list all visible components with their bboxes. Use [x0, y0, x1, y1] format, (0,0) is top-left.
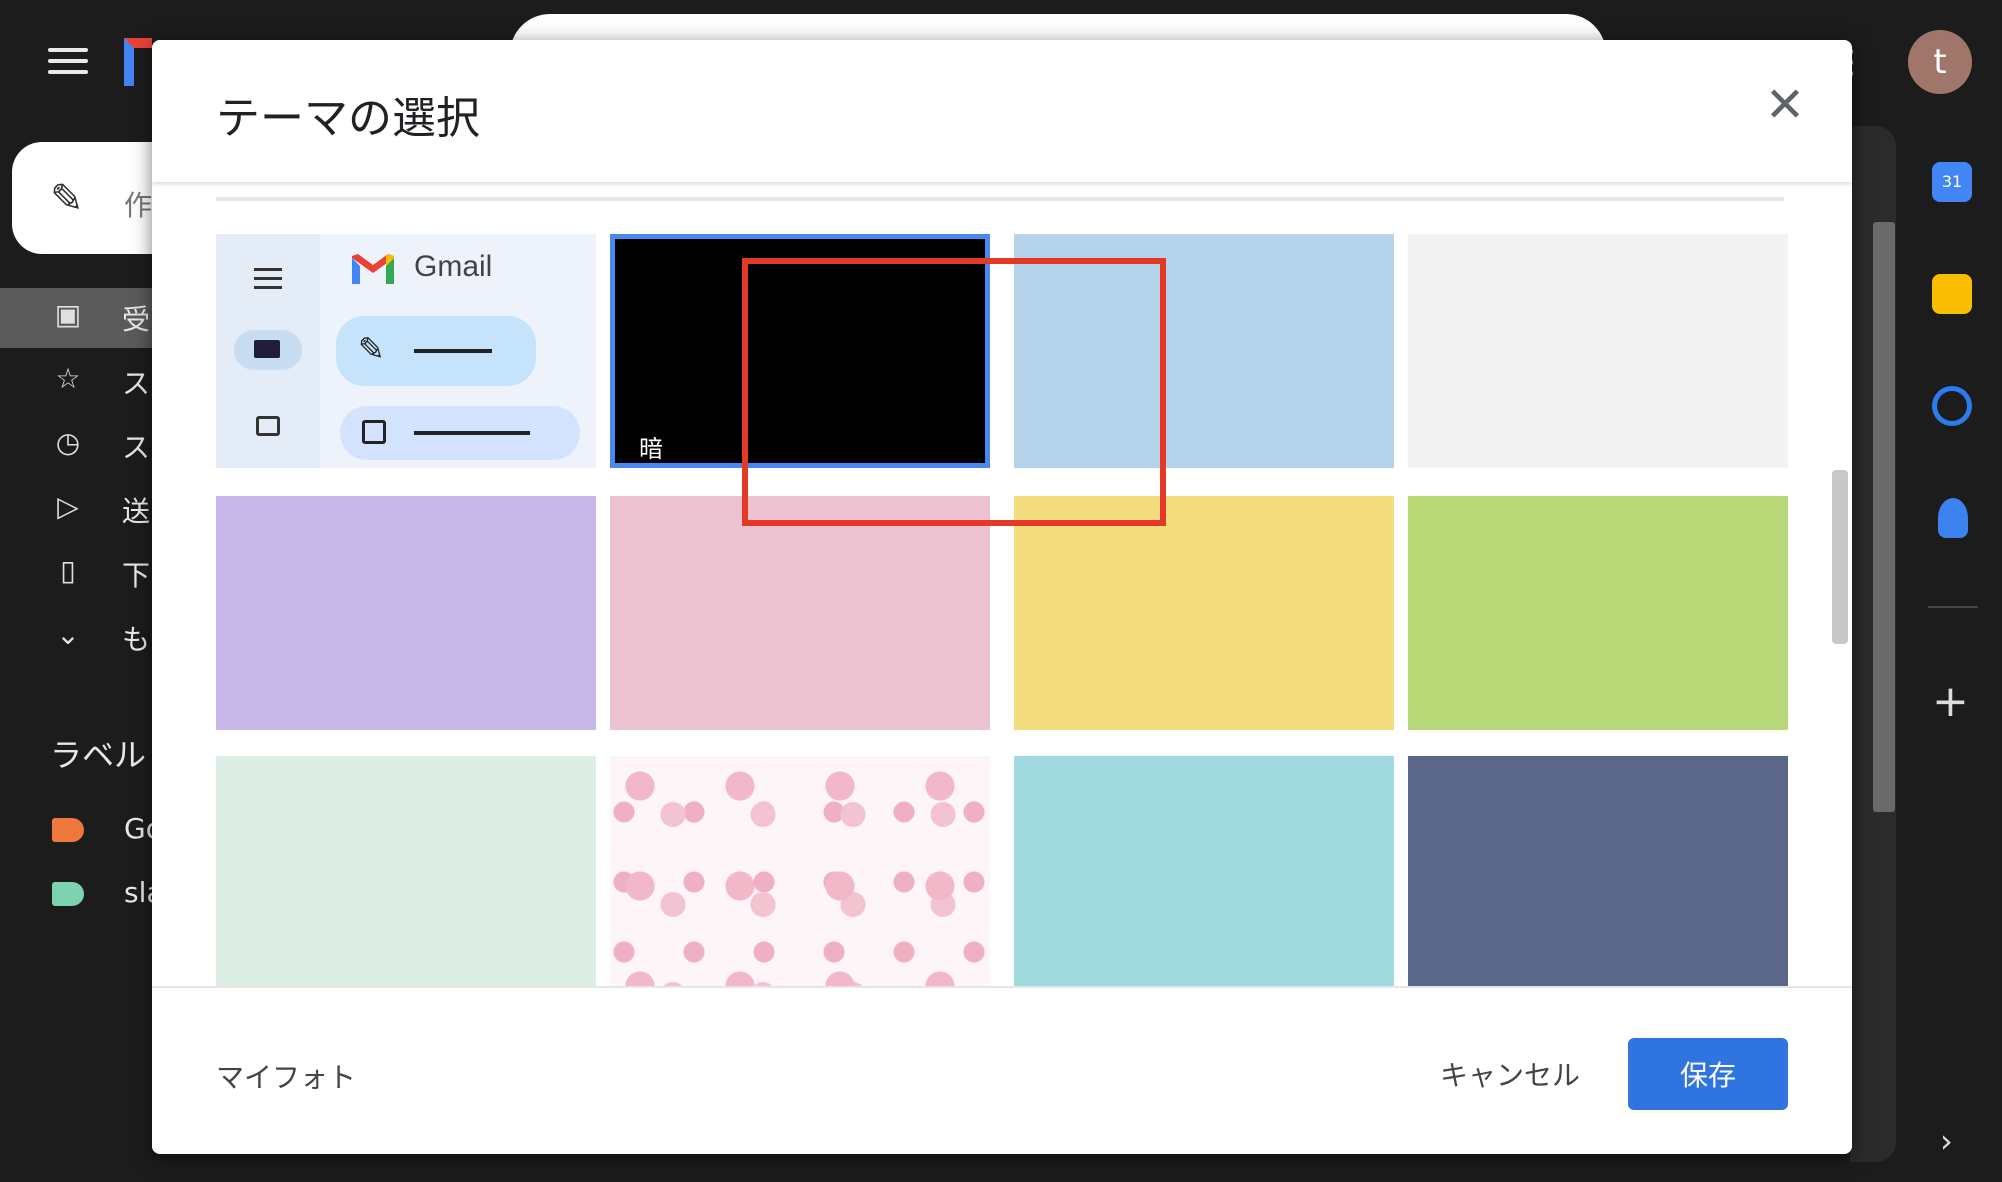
clock-icon: ◷ — [55, 426, 81, 459]
nav-label: 受 — [122, 303, 151, 336]
theme-tile-teal[interactable] — [1014, 756, 1394, 990]
side-divider — [1928, 606, 1978, 608]
label-tag-icon — [52, 818, 84, 842]
mail-pill — [234, 330, 302, 370]
theme-tile-purple[interactable] — [216, 496, 596, 730]
mail-icon — [254, 340, 280, 358]
pencil-icon: ✎ — [358, 330, 385, 368]
dialog-header: テーマの選択 ✕ — [152, 40, 1852, 182]
close-icon[interactable]: ✕ — [1760, 80, 1810, 130]
background-row-peek — [540, 1160, 1640, 1182]
theme-tile-green[interactable] — [1408, 496, 1788, 730]
nav-label: ス — [122, 367, 151, 400]
main-menu-icon[interactable] — [48, 48, 88, 78]
dialog-title: テーマの選択 — [216, 93, 480, 144]
preview-inbox — [340, 406, 580, 460]
label-tag-icon — [52, 882, 84, 906]
theme-tile-mint[interactable] — [216, 756, 596, 990]
theme-label: 暗 — [639, 435, 663, 463]
add-app-icon[interactable]: + — [1932, 676, 1969, 727]
gmail-wordmark: Gmail — [414, 250, 493, 283]
my-photos-button[interactable]: マイフォト — [216, 1056, 356, 1096]
menu-icon — [254, 268, 282, 295]
background-scrollbar[interactable] — [1873, 222, 1895, 812]
theme-tile-light-blue[interactable] — [1014, 234, 1394, 468]
send-icon: ▷ — [57, 490, 79, 523]
theme-dialog: テーマの選択 ✕ Gmail ✎ 暗 マイフォト キャンセル 保存 — [152, 40, 1852, 1154]
expand-panel-icon[interactable]: › — [1940, 1122, 1953, 1160]
theme-tile-dark[interactable]: 暗 — [610, 234, 990, 468]
dialog-scrollbar[interactable] — [1832, 470, 1848, 644]
calendar-icon[interactable]: 31 — [1932, 162, 1972, 202]
theme-tile-light-gray[interactable] — [1408, 234, 1788, 468]
file-icon: ▯ — [60, 554, 76, 587]
theme-preview-default[interactable]: Gmail ✎ — [216, 234, 596, 468]
gmail-logo-icon — [124, 38, 152, 86]
theme-tile-slate[interactable] — [1408, 756, 1788, 990]
theme-tile-yellow[interactable] — [1014, 496, 1394, 730]
tasks-icon[interactable] — [1932, 386, 1972, 426]
dialog-footer: マイフォト キャンセル 保存 — [152, 986, 1852, 1154]
avatar[interactable]: t — [1908, 30, 1972, 94]
previous-row-edge — [216, 197, 1784, 201]
preview-compose: ✎ — [336, 316, 536, 386]
theme-tile-sakura-pattern[interactable] — [610, 756, 990, 990]
nav-label: 送 — [122, 495, 151, 528]
save-button[interactable]: 保存 — [1628, 1038, 1788, 1110]
chat-icon — [256, 416, 280, 436]
pencil-icon: ✎ — [50, 176, 84, 222]
nav-label: ス — [122, 431, 151, 464]
placeholder-line — [414, 349, 492, 353]
theme-tile-pink[interactable] — [610, 496, 990, 730]
preview-rail — [216, 234, 320, 468]
nav-label: 下 — [122, 559, 151, 592]
compose-label: 作 — [124, 189, 153, 222]
star-icon: ☆ — [55, 362, 81, 395]
cancel-button[interactable]: キャンセル — [1440, 1054, 1580, 1094]
gmail-logo-icon — [352, 254, 394, 284]
contacts-icon[interactable] — [1938, 498, 1968, 538]
nav-label: も — [122, 623, 151, 656]
chevron-down-icon: ⌄ — [56, 618, 80, 651]
keep-icon[interactable] — [1932, 274, 1972, 314]
inbox-icon: ▣ — [54, 298, 82, 331]
labels-heading: ラベル — [50, 736, 147, 774]
placeholder-line — [414, 431, 530, 435]
inbox-icon — [362, 420, 386, 444]
